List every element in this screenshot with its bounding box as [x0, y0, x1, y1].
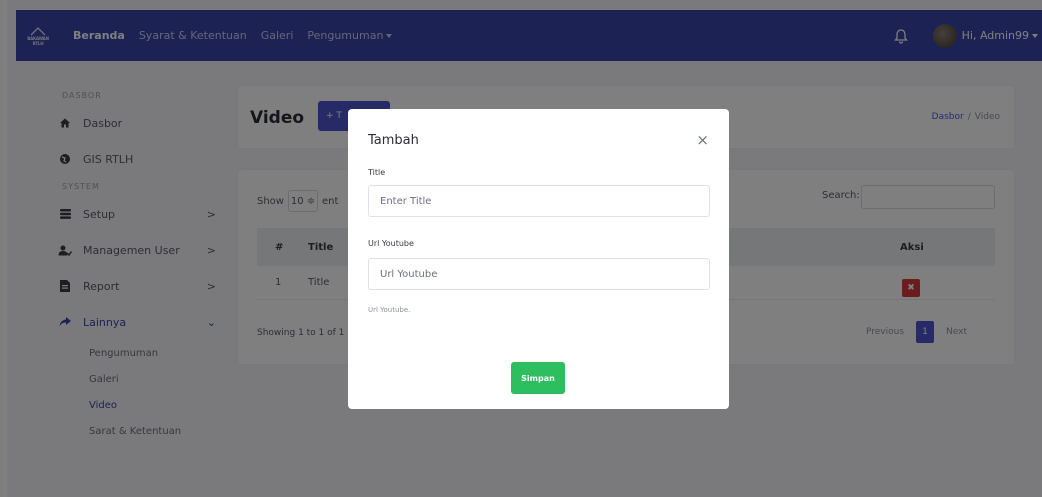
modal-title: Tambah — [368, 133, 419, 148]
url-field-label: Url Youtube — [368, 239, 414, 248]
title-field[interactable]: Enter Title — [368, 185, 710, 217]
close-icon[interactable]: × — [696, 131, 709, 149]
url-help-text: Url Youtube. — [368, 306, 411, 314]
add-video-modal: Tambah × Title Enter Title Url Youtube U… — [348, 109, 729, 409]
title-field-label: Title — [368, 168, 386, 177]
save-button[interactable]: Simpan — [511, 362, 565, 394]
url-youtube-field[interactable]: Url Youtube — [368, 258, 710, 290]
